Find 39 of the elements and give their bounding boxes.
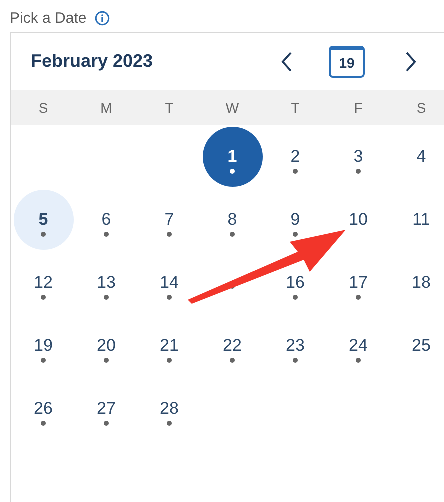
calendar-day[interactable]: 26 xyxy=(32,392,55,426)
calendar-day[interactable]: 17 xyxy=(347,266,370,300)
today-button[interactable]: 19 xyxy=(329,46,365,78)
weekday-label: M xyxy=(100,100,114,116)
calendar-day[interactable]: 28 xyxy=(158,392,181,426)
calendar-day[interactable]: 13 xyxy=(95,266,118,300)
month-title: February 2023 xyxy=(31,51,154,72)
calendar-day[interactable]: 9 xyxy=(288,202,302,236)
calendar-day[interactable]: 3 xyxy=(352,140,366,174)
calendar-day[interactable]: 21 xyxy=(158,328,181,362)
calendar-day[interactable]: 10 xyxy=(347,202,370,236)
calendar-day[interactable]: 25 xyxy=(410,328,433,362)
calendar-day[interactable]: 5 xyxy=(14,190,74,250)
calendar-day[interactable]: 12 xyxy=(32,266,55,300)
calendar-day[interactable]: 27 xyxy=(95,392,118,426)
calendar-day[interactable]: 2 xyxy=(288,140,302,174)
calendar-day[interactable]: 11 xyxy=(410,202,432,236)
calendar-day[interactable]: 19 xyxy=(32,328,55,362)
weekday-label: S xyxy=(416,100,428,116)
weekday-label: F xyxy=(353,100,364,116)
calendar-day[interactable]: 22 xyxy=(221,328,244,362)
weekday-label: S xyxy=(38,100,50,116)
calendar-day[interactable]: 14 xyxy=(158,266,181,300)
weekday-label: W xyxy=(224,100,240,116)
calendar-day[interactable]: 20 xyxy=(95,328,118,362)
calendar-day[interactable]: 7 xyxy=(162,202,176,236)
calendar-day[interactable]: 24 xyxy=(347,328,370,362)
calendar-day[interactable]: 4 xyxy=(414,140,428,174)
calendar-day[interactable]: 8 xyxy=(226,202,240,236)
calendar-day[interactable]: 23 xyxy=(284,328,307,362)
field-label: Pick a Date xyxy=(10,10,87,26)
weekday-label: T xyxy=(164,100,175,116)
calendar-day[interactable]: 6 xyxy=(100,202,114,236)
chevron-right-icon xyxy=(404,50,418,72)
info-icon[interactable] xyxy=(94,10,110,26)
chevron-left-icon xyxy=(280,50,294,72)
weekday-label: T xyxy=(290,100,301,116)
calendar-day[interactable]: 1 xyxy=(202,126,262,186)
calendar-day[interactable]: 18 xyxy=(410,266,433,300)
